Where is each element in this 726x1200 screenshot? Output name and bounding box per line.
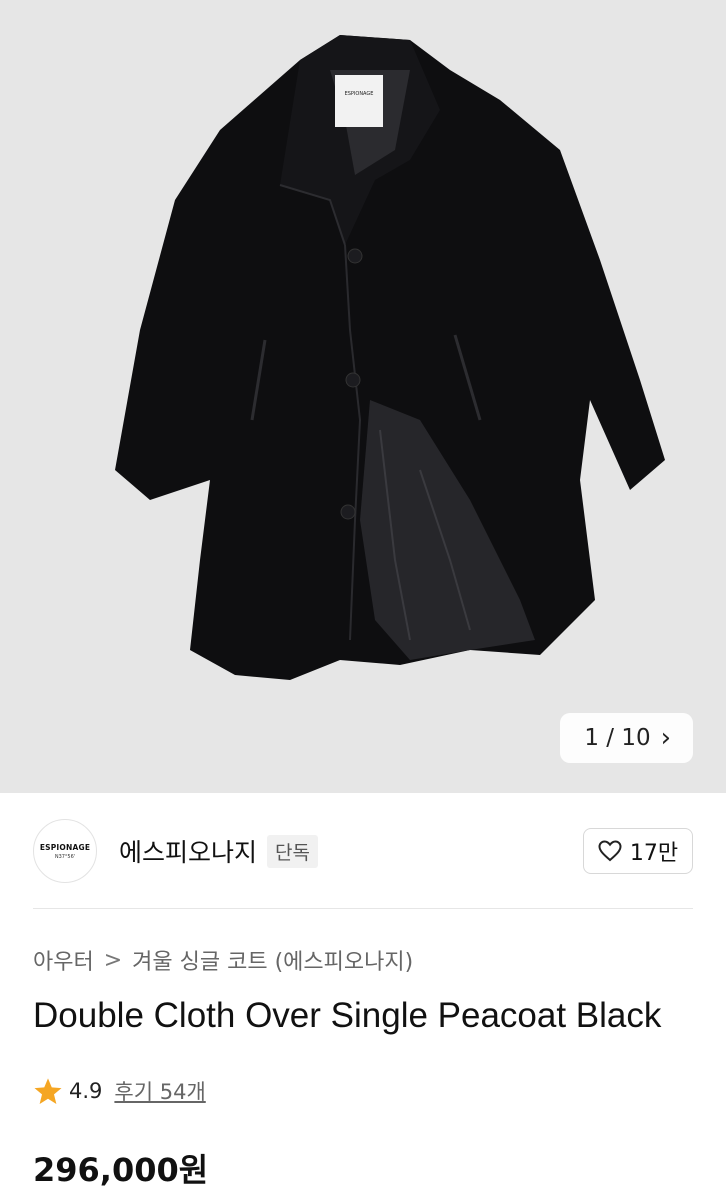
divider [33, 908, 693, 909]
like-count: 17만 [629, 841, 679, 866]
product-title: Double Cloth Over Single Peacoat Black [33, 996, 662, 1035]
chevron-right-icon[interactable]: › [661, 725, 671, 751]
reviews-link[interactable]: 후기 54개 [114, 1076, 205, 1106]
brand-name[interactable]: 에스피오나지 [119, 833, 257, 869]
brand-logo-subtext: N37°56' [54, 853, 76, 860]
svg-text:ESPIONAGE: ESPIONAGE [345, 91, 374, 97]
brand-logo[interactable]: ESPIONAGE N37°56' [33, 819, 97, 883]
like-button[interactable]: 17만 [583, 828, 693, 874]
image-counter-text: 1 / 10 [584, 725, 651, 751]
breadcrumb-subcategory[interactable]: 겨울 싱글 코트 (에스피오나지) [132, 944, 413, 976]
rating-score: 4.9 [69, 1079, 103, 1103]
image-counter[interactable]: 1 / 10 › [560, 713, 693, 763]
heart-icon [598, 840, 622, 862]
breadcrumb: 아우터 > 겨울 싱글 코트 (에스피오나지) [33, 944, 413, 976]
product-image-gallery[interactable]: ESPIONAGE 1 / 10 › [0, 0, 726, 793]
brand-logo-text: ESPIONAGE [39, 842, 91, 852]
chevron-right-icon: > [103, 947, 123, 973]
product-image: ESPIONAGE [115, 35, 665, 680]
brand-row: ESPIONAGE N37°56' 에스피오나지 단독 17만 [33, 818, 693, 884]
breadcrumb-category[interactable]: 아우터 [33, 944, 94, 976]
rating-row: 4.9 후기 54개 [33, 1076, 206, 1106]
star-icon [34, 1077, 62, 1104]
exclusive-badge: 단독 [267, 834, 318, 868]
product-price: 296,000원 [33, 1151, 209, 1189]
